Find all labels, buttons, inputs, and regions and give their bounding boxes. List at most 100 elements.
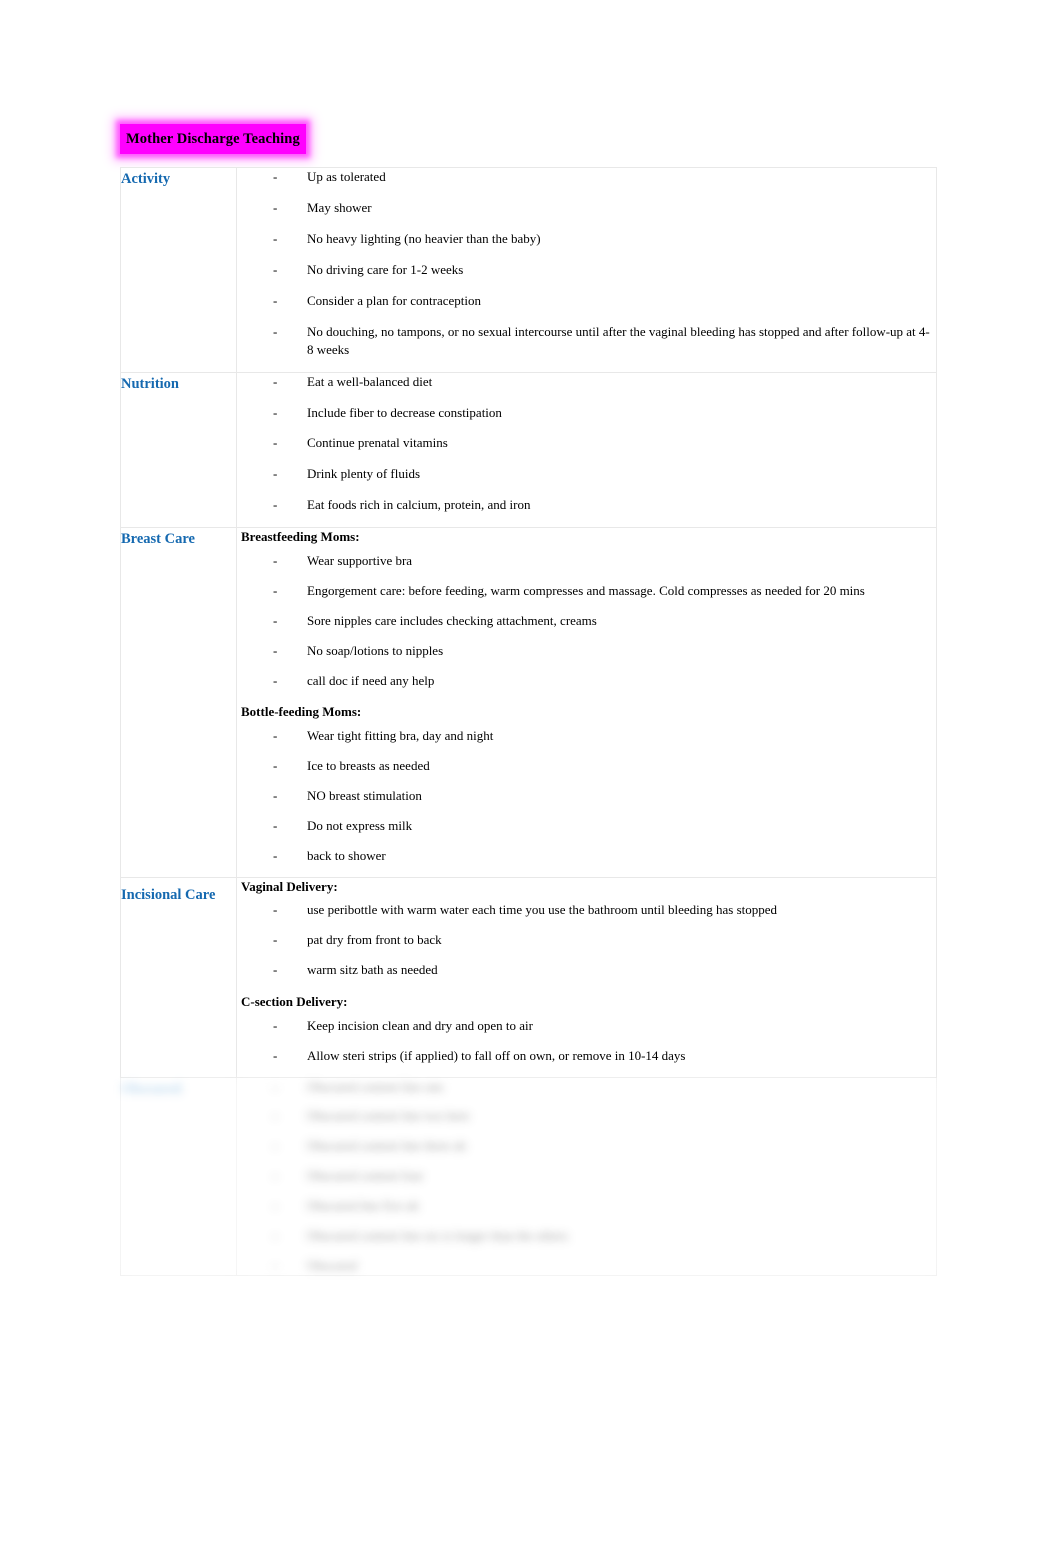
category-cell-obscured: Obscured bbox=[120, 1076, 237, 1277]
table-row: Incisional Care Vaginal Delivery: - use p… bbox=[120, 876, 937, 1078]
content-cell-nutrition: - Eat a well-balanced diet - Include fiber… bbox=[236, 371, 937, 529]
list-item: - Eat a well-balanced diet bbox=[237, 373, 936, 391]
list-item: - Wear supportive bra bbox=[237, 552, 936, 570]
dash-bullet-icon: - bbox=[273, 642, 278, 658]
list-item-text: Up as tolerated bbox=[307, 169, 386, 184]
content-group: Bottle-feeding Moms: - Wear tight fitting… bbox=[237, 703, 936, 864]
list-item: - use peribottle with warm water each tim… bbox=[237, 901, 936, 919]
list-item: - Obscured content line two here bbox=[237, 1107, 936, 1125]
category-label: Incisional Care bbox=[121, 886, 216, 903]
category-cell-incisional-care: Incisional Care bbox=[120, 876, 237, 1078]
dash-bullet-icon: - bbox=[273, 1258, 278, 1274]
category-cell-activity: Activity bbox=[120, 167, 237, 373]
dash-bullet-icon: - bbox=[273, 962, 278, 978]
dash-bullet-icon: - bbox=[273, 672, 278, 688]
content-cell-obscured: - Obscured content line one - Obscured con… bbox=[236, 1076, 937, 1277]
dash-bullet-icon: - bbox=[273, 1078, 278, 1094]
content-group: C-section Delivery: - Keep incision clean… bbox=[237, 993, 936, 1064]
group-subheading: Breastfeeding Moms: bbox=[241, 529, 360, 545]
list-item-text: Include fiber to decrease constipation bbox=[307, 404, 502, 420]
list-item-text: Drink plenty of fluids bbox=[307, 466, 421, 482]
list-item: - Consider a plan for contraception bbox=[237, 292, 936, 310]
bullet-list: - Wear tight fitting bra, day and night -… bbox=[237, 727, 936, 865]
list-item-text: Obscured bbox=[307, 1258, 357, 1274]
list-item-text: Obscured content line two here bbox=[307, 1108, 470, 1124]
dash-bullet-icon: - bbox=[273, 552, 278, 568]
dash-bullet-icon: - bbox=[273, 1138, 278, 1154]
list-item: - Engorgement care: before feeding, warm … bbox=[237, 582, 936, 600]
dash-bullet-icon: - bbox=[273, 1228, 278, 1244]
list-item: - Wear tight fitting bra, day and night bbox=[237, 727, 936, 745]
dash-bullet-icon: - bbox=[273, 787, 278, 803]
list-item-text: Eat a well-balanced diet bbox=[307, 373, 433, 389]
dash-bullet-icon: - bbox=[273, 169, 278, 184]
list-item: - Do not express milk bbox=[237, 817, 936, 835]
content-group: - Up as tolerated - May shower - No heavy l… bbox=[237, 168, 936, 359]
list-item-text: use peribottle with warm water each time… bbox=[307, 902, 778, 918]
dash-bullet-icon: - bbox=[273, 199, 278, 215]
list-item: - Obscured bbox=[237, 1257, 936, 1275]
category-cell-breast-care: Breast Care bbox=[120, 527, 237, 878]
list-item: - Obscured content line three ab bbox=[237, 1137, 936, 1155]
list-item-text: NO breast stimulation bbox=[307, 787, 422, 803]
dash-bullet-icon: - bbox=[273, 466, 278, 482]
list-item: - Up as tolerated bbox=[237, 168, 936, 186]
dash-bullet-icon: - bbox=[273, 728, 278, 744]
dash-bullet-icon: - bbox=[273, 323, 278, 339]
list-item: - No soap/lotions to nipples bbox=[237, 642, 936, 660]
dash-bullet-icon: - bbox=[273, 497, 278, 513]
list-item: - warm sitz bath as needed bbox=[237, 961, 936, 979]
list-item: - Allow steri strips (if applied) to fall… bbox=[237, 1047, 936, 1065]
bullet-list: - Up as tolerated - May shower - No heavy l… bbox=[237, 168, 936, 359]
list-item: - Include fiber to decrease constipation bbox=[237, 404, 936, 422]
list-item: - NO breast stimulation bbox=[237, 787, 936, 805]
list-item-text: Obscured content line six is longer than… bbox=[307, 1228, 568, 1244]
group-subheading: C-section Delivery: bbox=[241, 994, 348, 1010]
dash-bullet-icon: - bbox=[273, 932, 278, 948]
bullet-list: - Keep incision clean and dry and open to… bbox=[237, 1017, 936, 1065]
dash-bullet-icon: - bbox=[273, 847, 278, 863]
dash-bullet-icon: - bbox=[273, 817, 278, 833]
content-group: Breastfeeding Moms: - Wear supportive bra… bbox=[237, 528, 936, 689]
bullet-list: - Wear supportive bra - Engorgement care: … bbox=[237, 552, 936, 690]
discharge-teaching-table: Activity - Up as tolerated - May shower -N… bbox=[120, 167, 937, 1277]
list-item: - Obscured content four bbox=[237, 1167, 936, 1185]
list-item: - Eat foods rich in calcium, protein, and… bbox=[237, 496, 936, 514]
dash-bullet-icon: - bbox=[273, 582, 278, 598]
list-item-text: May shower bbox=[307, 199, 372, 215]
list-item: - No driving care for 1-2 weeks bbox=[237, 261, 936, 279]
content-group: - Eat a well-balanced diet - Include fiber… bbox=[237, 373, 936, 515]
bullet-list-obscured: - Obscured content line one - Obscured con… bbox=[237, 1078, 936, 1276]
list-item-text: pat dry from front to back bbox=[307, 932, 442, 948]
category-label: Nutrition bbox=[121, 375, 179, 392]
list-item-text: Obscured content four bbox=[307, 1168, 424, 1184]
table-row: Nutrition - Eat a well-balanced diet - Inc… bbox=[120, 371, 937, 529]
dash-bullet-icon: - bbox=[273, 261, 278, 277]
list-item: - Continue prenatal vitamins bbox=[237, 434, 936, 452]
dash-bullet-icon: - bbox=[273, 1108, 278, 1124]
list-item-text: Eat foods rich in calcium, protein, and … bbox=[307, 497, 531, 513]
list-item-text: No douching, no tampons, or no sexual in… bbox=[307, 323, 930, 357]
content-cell-breast-care: Breastfeeding Moms: - Wear supportive bra… bbox=[236, 527, 937, 878]
category-label-obscured: Obscured bbox=[121, 1080, 182, 1097]
category-cell-nutrition: Nutrition bbox=[120, 371, 237, 529]
list-item: - No heavy lighting (no heavier than the … bbox=[237, 230, 936, 248]
list-item-text: Sore nipples care includes checking atta… bbox=[307, 612, 597, 628]
dash-bullet-icon: - bbox=[273, 612, 278, 628]
list-item-text: Ice to breasts as needed bbox=[307, 757, 430, 773]
category-label: Breast Care bbox=[121, 531, 195, 548]
list-item-text: Continue prenatal vitamins bbox=[307, 435, 448, 451]
list-item: - No douching, no tampons, or no sexual i… bbox=[237, 323, 936, 359]
dash-bullet-icon: - bbox=[273, 435, 278, 451]
document-title-container: Mother Discharge Teaching bbox=[120, 124, 460, 158]
list-item: - May shower bbox=[237, 199, 936, 217]
list-item-text: No heavy lighting (no heavier than the b… bbox=[307, 230, 541, 246]
dash-bullet-icon: - bbox=[273, 757, 278, 773]
list-item: - back to shower bbox=[237, 847, 936, 865]
list-item-text: Obscured content line one bbox=[307, 1078, 444, 1094]
list-item-text: Obscured content line three ab bbox=[307, 1138, 466, 1154]
list-item-text: Wear tight fitting bra, day and night bbox=[307, 728, 494, 744]
list-item-text: Obscured line five ab bbox=[307, 1198, 419, 1214]
dash-bullet-icon: - bbox=[273, 292, 278, 308]
list-item: - Obscured line five ab bbox=[237, 1197, 936, 1215]
